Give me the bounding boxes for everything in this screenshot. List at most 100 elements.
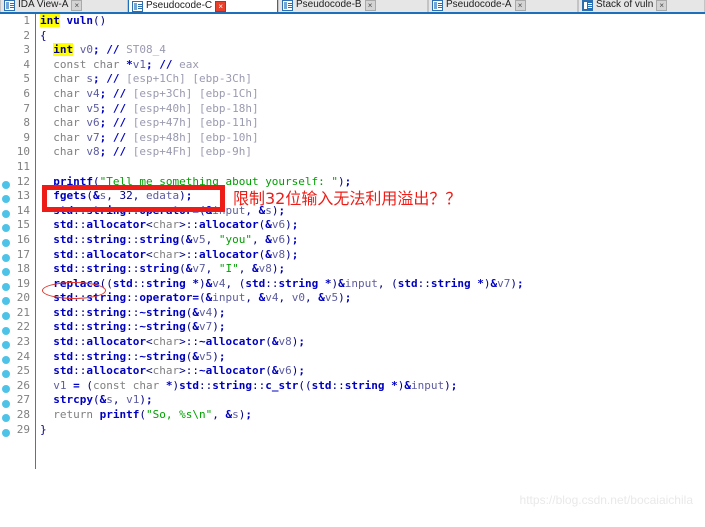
line-number: 23 (16, 335, 30, 349)
line-text: std::allocator<char>::~allocator(&v8); (53, 335, 305, 349)
code-line[interactable]: 1 int vuln() (0, 14, 705, 29)
line-text: char v4; // [esp+3Ch] [ebp-1Ch] (53, 86, 259, 100)
code-line[interactable]: 6 char v4; // [esp+3Ch] [ebp-1Ch] (0, 87, 705, 102)
line-number: 4 (23, 57, 30, 71)
code-line[interactable]: 9 char v7; // [esp+48h] [ebp-10h] (0, 131, 705, 146)
tab-close-icon[interactable]: × (514, 0, 526, 11)
line-separator (32, 116, 34, 131)
code-line[interactable]: 5 char s; // [esp+1Ch] [ebp-3Ch] (0, 72, 705, 87)
line-separator (32, 364, 34, 379)
line-text: replace((std::string *)&v4, (std::string… (53, 276, 524, 290)
code-line[interactable]: 8 char v6; // [esp+47h] [ebp-11h] (0, 116, 705, 131)
line-separator (32, 87, 34, 102)
line-separator (32, 350, 34, 365)
pseudocode-editor[interactable]: 1 int vuln() 2 {3 int v0; // ST08_4 4 cons… (0, 14, 705, 527)
line-separator (32, 335, 34, 350)
line-text: std::string::~string(&v4); (53, 305, 226, 319)
code-line[interactable]: 22 std::string::~string(&v7); (0, 320, 705, 335)
line-separator (32, 218, 34, 233)
line-separator (32, 306, 34, 321)
line-number: 12 (16, 174, 30, 188)
code-line[interactable]: 21 std::string::~string(&v4); (0, 306, 705, 321)
line-number: 11 (16, 159, 30, 173)
code-line[interactable]: 4 const char *v1; // eax (0, 58, 705, 73)
line-number: 13 (16, 189, 30, 203)
document-icon (282, 0, 293, 11)
code-line[interactable]: 25 std::allocator<char>::~allocator(&v6)… (0, 364, 705, 379)
line-separator (32, 58, 34, 73)
line-separator (32, 14, 34, 29)
tab-close-icon[interactable]: × (364, 0, 376, 11)
code-listing[interactable]: 1 int vuln() 2 {3 int v0; // ST08_4 4 cons… (0, 14, 705, 437)
code-line[interactable]: 2 { (0, 29, 705, 44)
line-text: std::string::string(&v7, "I", &v8); (53, 262, 286, 276)
blog-watermark: https://blog.csdn.net/bocaiaichila (519, 493, 693, 507)
code-line[interactable]: 15 std::allocator<char>::allocator(&v6); (0, 218, 705, 233)
line-number: 1 (23, 14, 30, 27)
line-text: std::string::string(&v5, "you", &v6); (53, 232, 299, 246)
tab-label: Pseudocode-A (446, 0, 512, 10)
line-text: v1 = (const char *)std::string::c_str((s… (53, 378, 458, 392)
document-icon (432, 0, 443, 11)
tab-ida-view-a[interactable]: IDA View-A × (0, 0, 128, 12)
line-number: 21 (16, 305, 30, 319)
code-line[interactable]: 7 char v5; // [esp+40h] [ebp-18h] (0, 102, 705, 117)
tab-label: IDA View-A (18, 0, 69, 10)
chinese-annotation-text: 限制32位输入无法利用溢出？？ (233, 189, 462, 208)
line-number: 6 (23, 86, 30, 100)
code-line[interactable]: 24 std::string::~string(&v5); (0, 350, 705, 365)
line-separator (32, 291, 34, 306)
tab-stack-of-vuln[interactable]: Stack of vuln × (578, 0, 705, 12)
tab-pseudocode-c[interactable]: Pseudocode-C × (128, 0, 278, 12)
line-text: char v5; // [esp+40h] [ebp-18h] (53, 101, 259, 115)
line-text: std::allocator<char>::allocator(&v8); (53, 247, 299, 261)
line-number: 3 (23, 43, 30, 57)
code-line[interactable]: 29 } (0, 423, 705, 438)
line-separator (32, 102, 34, 117)
line-text: int vuln() (40, 14, 107, 27)
line-separator (32, 175, 34, 190)
code-line[interactable]: 19 replace((std::string *)&v4, (std::str… (0, 277, 705, 292)
code-line[interactable]: 26 v1 = (const char *)std::string::c_str… (0, 379, 705, 394)
line-number: 26 (16, 378, 30, 392)
line-number: 14 (16, 203, 30, 217)
tab-bar: IDA View-A × Pseudocode-C × Pseudocode-B × Pse… (0, 0, 705, 14)
code-line[interactable]: 3 int v0; // ST08_4 (0, 43, 705, 58)
line-separator (32, 248, 34, 263)
code-line[interactable]: 11 (0, 160, 705, 175)
line-number: 27 (16, 393, 30, 407)
line-separator (32, 423, 34, 438)
code-line[interactable]: 28 return printf("So, %s\n", &s); (0, 408, 705, 423)
line-separator (32, 131, 34, 146)
line-separator (32, 262, 34, 277)
line-separator (32, 233, 34, 248)
tab-close-icon[interactable]: × (215, 0, 227, 12)
tab-close-icon[interactable]: × (71, 0, 83, 11)
tab-pseudocode-b[interactable]: Pseudocode-B × (278, 0, 428, 12)
code-line[interactable]: 18 std::string::string(&v7, "I", &v8); (0, 262, 705, 277)
line-text: const char *v1; // eax (53, 57, 199, 71)
line-separator (32, 160, 34, 175)
line-number: 18 (16, 262, 30, 276)
code-line[interactable]: 27 strcpy(&s, v1); (0, 393, 705, 408)
line-number: 20 (16, 291, 30, 305)
code-line[interactable]: 10 char v8; // [esp+4Fh] [ebp-9h] (0, 145, 705, 160)
line-text: std::allocator<char>::allocator(&v6); (53, 218, 299, 232)
document-icon (4, 0, 15, 11)
line-separator (32, 145, 34, 160)
line-separator (32, 72, 34, 87)
code-line[interactable]: 23 std::allocator<char>::~allocator(&v8)… (0, 335, 705, 350)
line-separator (32, 189, 34, 204)
tab-pseudocode-a[interactable]: Pseudocode-A × (428, 0, 578, 12)
code-line[interactable]: 20 std::string::operator=(&input, &v4, v… (0, 291, 705, 306)
line-number: 28 (16, 408, 30, 422)
code-line[interactable]: 16 std::string::string(&v5, "you", &v6); (0, 233, 705, 248)
tab-close-icon[interactable]: × (656, 0, 668, 11)
document-icon (132, 0, 143, 12)
line-number: 7 (23, 101, 30, 115)
line-text: { (40, 28, 47, 42)
line-text: int v0; // ST08_4 (53, 43, 166, 57)
line-number: 16 (16, 232, 30, 246)
code-line[interactable]: 17 std::allocator<char>::allocator(&v8); (0, 248, 705, 263)
line-separator (32, 320, 34, 335)
